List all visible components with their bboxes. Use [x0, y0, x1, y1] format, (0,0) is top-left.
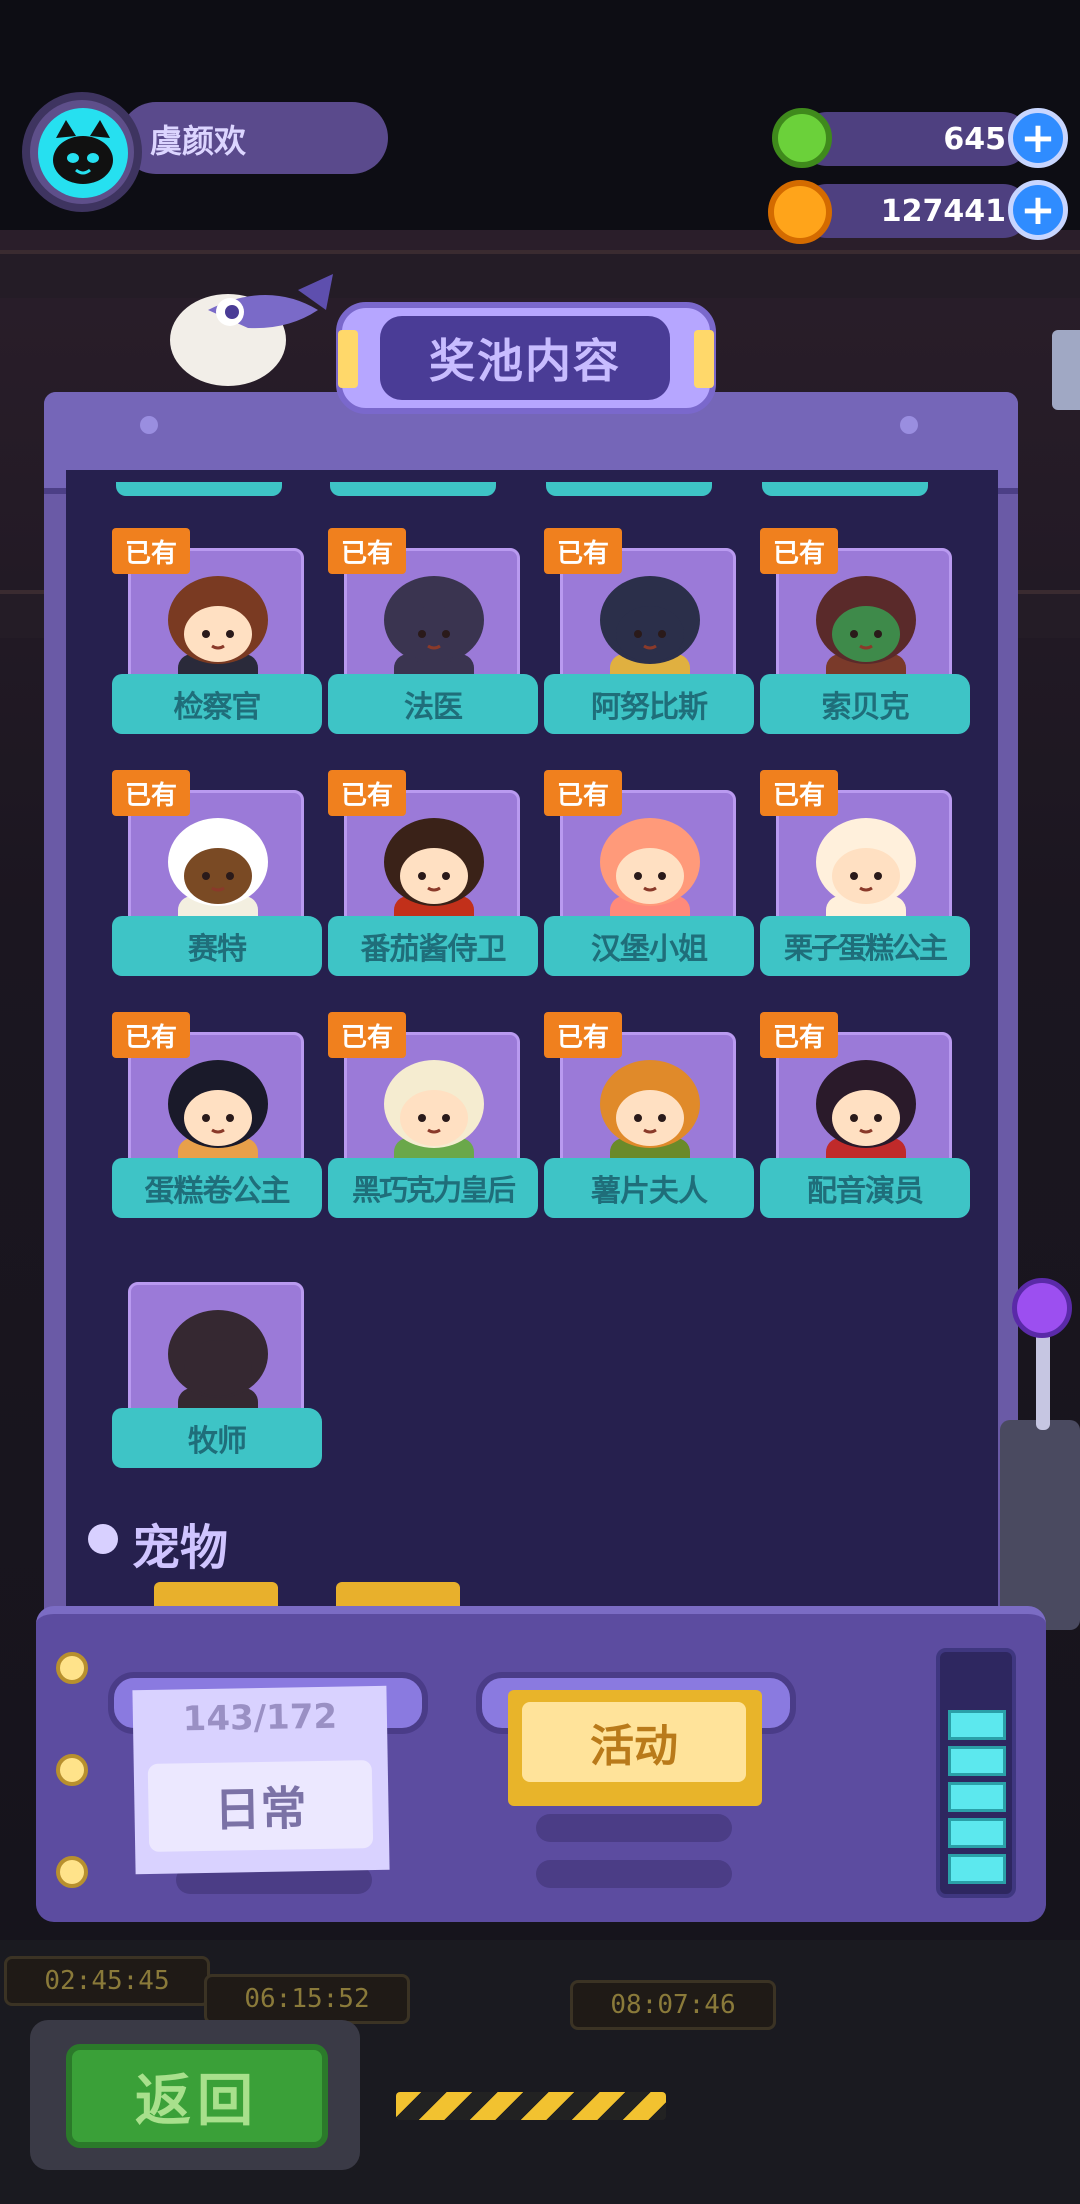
- pool-progress: 143/172: [182, 1696, 338, 1740]
- character-portrait-icon: [816, 818, 916, 932]
- character-portrait-icon: [816, 576, 916, 690]
- section-bullet: [88, 1524, 118, 1554]
- character-card[interactable]: 已有 番茄酱侍卫: [328, 770, 538, 990]
- lever-base: [1000, 1420, 1080, 1630]
- owned-badge: 已有: [760, 528, 838, 574]
- panel-title: 奖池内容: [380, 316, 670, 400]
- coin-count: 127441: [880, 194, 1006, 229]
- player-name: 虞颜欢: [150, 122, 247, 160]
- character-portrait-icon: [168, 1310, 268, 1424]
- card-label-partial: [546, 482, 712, 496]
- meter-cell: [948, 1854, 1006, 1884]
- character-name: 蛋糕卷公主: [112, 1158, 322, 1218]
- character-card[interactable]: 已有 索贝克: [760, 528, 970, 748]
- owned-badge: 已有: [328, 1012, 406, 1058]
- cat-face-icon: [53, 120, 113, 184]
- owned-badge: 已有: [544, 528, 622, 574]
- character-portrait-icon: [600, 818, 700, 932]
- character-portrait-icon: [816, 1060, 916, 1174]
- add-coins-button[interactable]: +: [1008, 180, 1068, 240]
- character-card[interactable]: 已有 法医: [328, 528, 538, 748]
- side-clip-icon: [1052, 330, 1080, 410]
- bolt-icon: [56, 1856, 88, 1888]
- owned-badge: 已有: [328, 770, 406, 816]
- character-portrait-icon: [384, 1060, 484, 1174]
- rivet-icon: [900, 416, 918, 434]
- slot-indicator: [536, 1814, 732, 1842]
- lever-knob[interactable]: [1012, 1278, 1072, 1338]
- card-label-partial: [762, 482, 928, 496]
- character-card[interactable]: 已有 汉堡小姐: [544, 770, 754, 990]
- owned-badge: 已有: [112, 528, 190, 574]
- character-card[interactable]: 已有 薯片夫人: [544, 1012, 754, 1232]
- owned-badge: 已有: [544, 770, 622, 816]
- tab-event-label[interactable]: 活动: [522, 1702, 746, 1782]
- title-tab: [694, 330, 714, 388]
- background-timer: 06:15:52: [204, 1974, 410, 2024]
- background-shelf: [0, 250, 1080, 298]
- character-portrait-icon: [600, 576, 700, 690]
- character-portrait-icon: [600, 1060, 700, 1174]
- card-label-partial: [330, 482, 496, 496]
- character-card[interactable]: 牧师: [112, 1262, 322, 1482]
- add-gems-button[interactable]: +: [1008, 108, 1068, 168]
- meter-cell: [948, 1818, 1006, 1848]
- owned-badge: 已有: [760, 1012, 838, 1058]
- character-portrait-icon: [168, 576, 268, 690]
- section-title-pets: 宠物: [132, 1520, 229, 1576]
- character-card[interactable]: 已有 蛋糕卷公主: [112, 1012, 322, 1232]
- avatar[interactable]: [38, 108, 128, 198]
- character-name: 黑巧克力皇后: [328, 1158, 538, 1218]
- character-card[interactable]: 已有 栗子蛋糕公主: [760, 770, 970, 990]
- character-card[interactable]: 已有 黑巧克力皇后: [328, 1012, 538, 1232]
- meter-cell: [948, 1710, 1006, 1740]
- meter-cell: [948, 1746, 1006, 1776]
- character-name: 薯片夫人: [544, 1158, 754, 1218]
- owned-badge: 已有: [328, 528, 406, 574]
- character-name: 牧师: [112, 1408, 322, 1468]
- slot-indicator: [536, 1860, 732, 1888]
- owned-badge: 已有: [544, 1012, 622, 1058]
- character-name: 赛特: [112, 916, 322, 976]
- gem-count: 645: [943, 122, 1006, 157]
- character-name: 番茄酱侍卫: [328, 916, 538, 976]
- character-name: 阿努比斯: [544, 674, 754, 734]
- character-card[interactable]: 已有 配音演员: [760, 1012, 970, 1232]
- meter-cell: [948, 1782, 1006, 1812]
- character-portrait-icon: [168, 818, 268, 932]
- background-timer: 02:45:45: [4, 1956, 210, 2006]
- character-portrait-icon: [384, 818, 484, 932]
- bolt-icon: [56, 1652, 88, 1684]
- title-tab: [338, 330, 358, 388]
- rivet-icon: [140, 416, 158, 434]
- bolt-icon: [56, 1754, 88, 1786]
- character-name: 配音演员: [760, 1158, 970, 1218]
- background-timer: 08:07:46: [570, 1980, 776, 2030]
- character-portrait-icon: [168, 1060, 268, 1174]
- character-name: 检察官: [112, 674, 322, 734]
- tab-daily[interactable]: 143/172 日常: [132, 1685, 390, 1875]
- character-name: 栗子蛋糕公主: [760, 916, 970, 976]
- owned-badge: 已有: [112, 1012, 190, 1058]
- tab-daily-label: 日常: [147, 1760, 374, 1852]
- fish-mascot-icon: [170, 274, 333, 386]
- character-portrait-icon: [384, 576, 484, 690]
- owned-badge: 已有: [760, 770, 838, 816]
- card-label-partial: [116, 482, 282, 496]
- character-name: 汉堡小姐: [544, 916, 754, 976]
- character-card[interactable]: 已有 检察官: [112, 528, 322, 748]
- character-card[interactable]: 已有 阿努比斯: [544, 528, 754, 748]
- lever-stick[interactable]: [1036, 1330, 1050, 1430]
- character-name: 法医: [328, 674, 538, 734]
- hazard-stripe: [396, 2092, 666, 2120]
- owned-badge: 已有: [112, 770, 190, 816]
- back-button[interactable]: 返回: [66, 2044, 328, 2148]
- character-name: 索贝克: [760, 674, 970, 734]
- character-card[interactable]: 已有 赛特: [112, 770, 322, 990]
